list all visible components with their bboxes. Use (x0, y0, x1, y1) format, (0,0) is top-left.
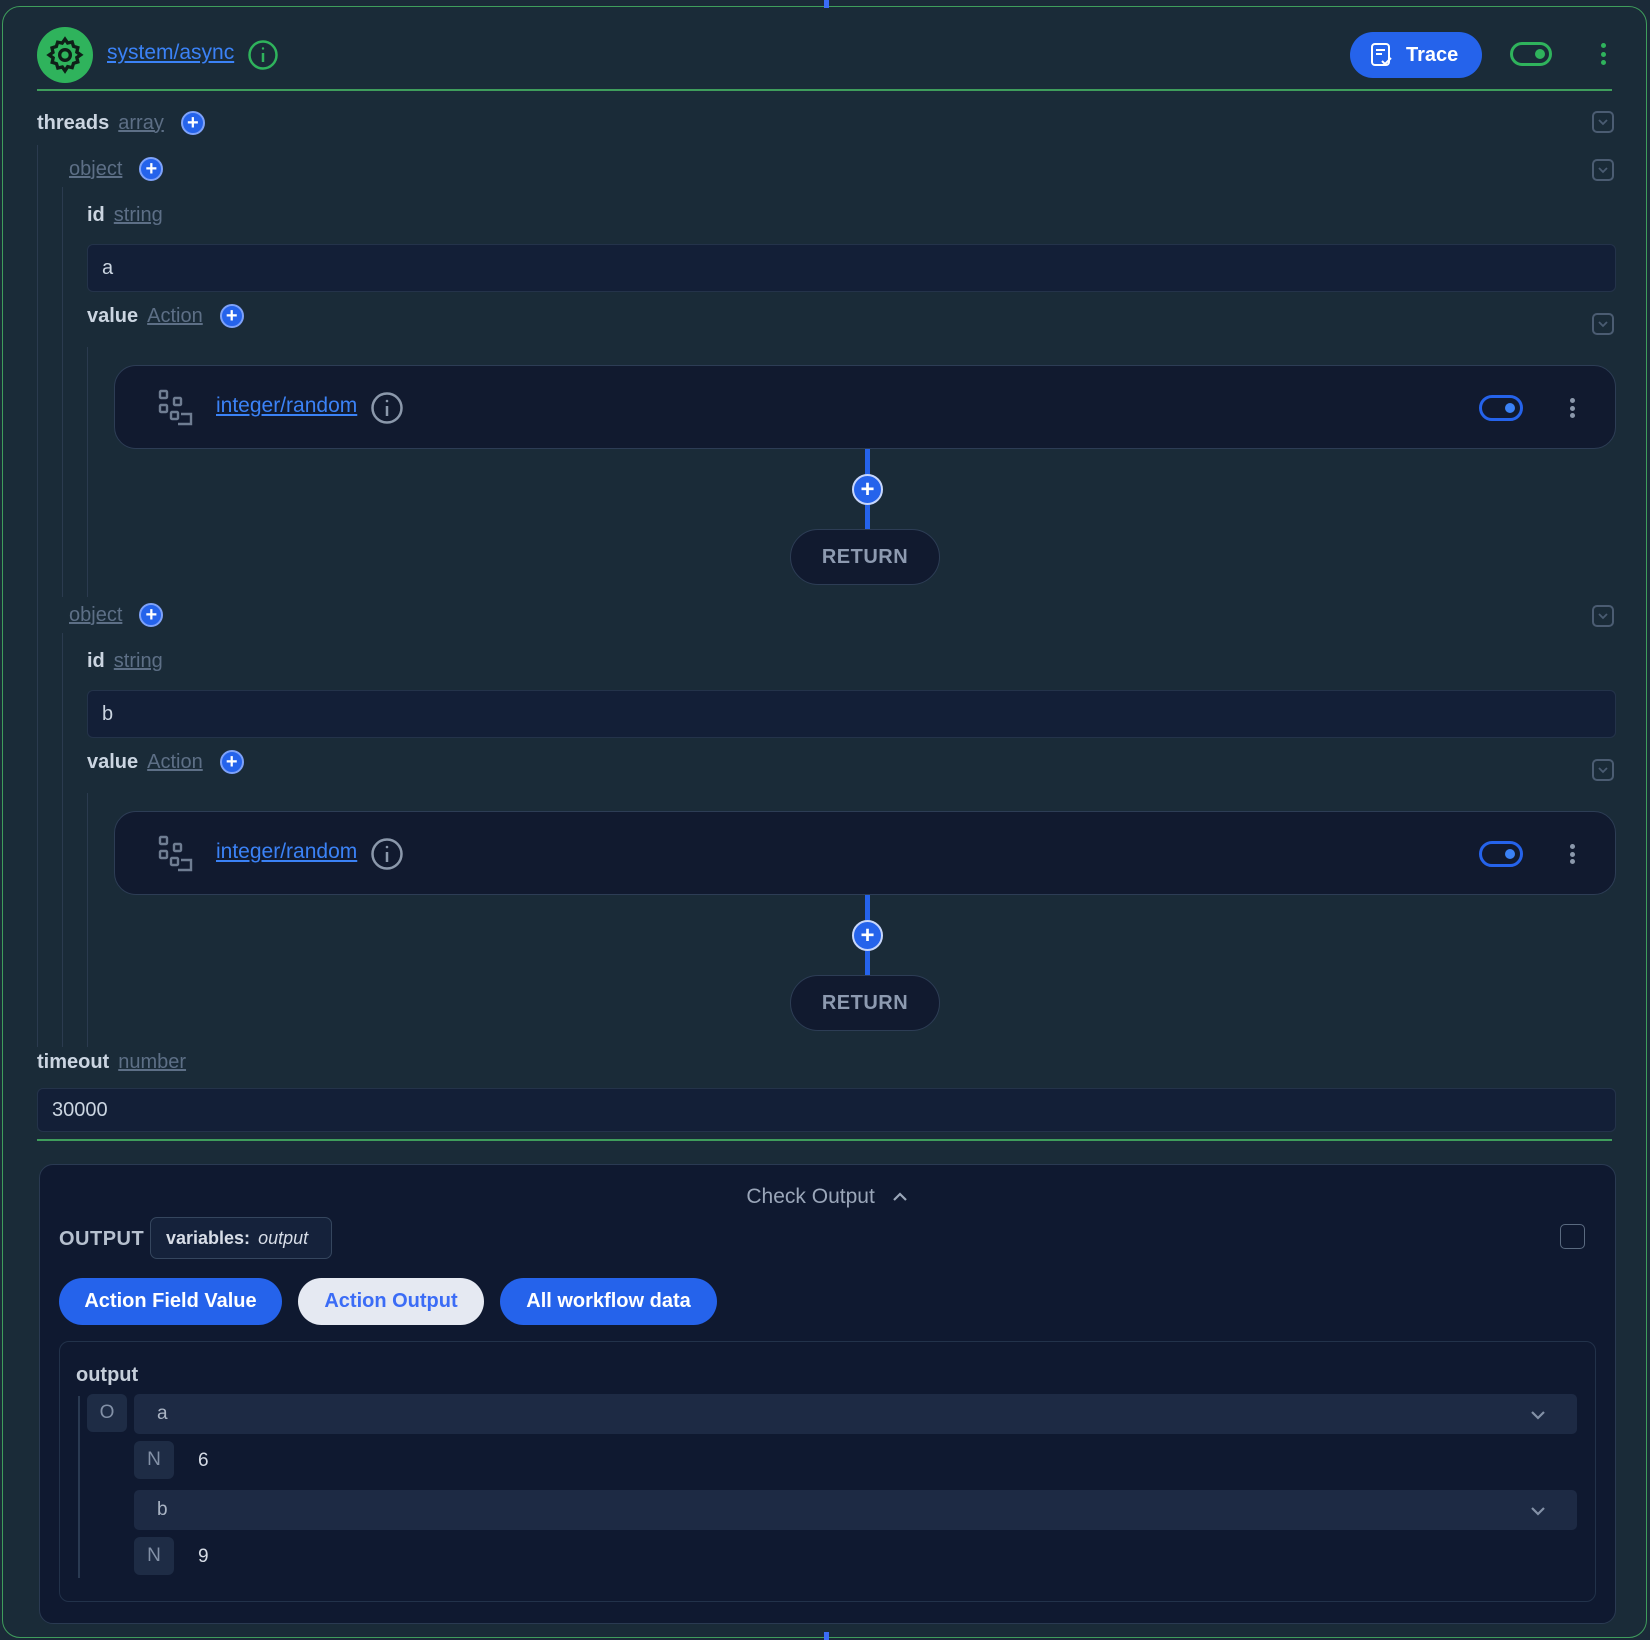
collapse-threads-icon[interactable] (1592, 111, 1614, 133)
thread-object-2-label: object + (69, 603, 164, 627)
tab-action-field-value[interactable]: Action Field Value (59, 1278, 282, 1325)
add-icon[interactable]: + (180, 111, 205, 135)
input-value: b (102, 702, 114, 725)
output-name: output (76, 1364, 139, 1386)
tree-guide (62, 187, 63, 597)
add-icon[interactable]: + (139, 157, 164, 181)
node-card: system/async Trace threads array + objec… (2, 6, 1647, 1638)
field-name: timeout (37, 1051, 110, 1073)
check-output-panel: Check Output OUTPUT variables: output Ac… (39, 1164, 1616, 1624)
id-field-label: id string (87, 650, 163, 673)
header-divider (37, 89, 1612, 91)
info-icon[interactable] (370, 391, 404, 425)
app-name-link[interactable]: system/async (107, 41, 234, 65)
add-icon[interactable]: + (139, 603, 164, 627)
id-field-label: id string (87, 204, 163, 227)
output-key-row-b[interactable]: b (134, 1490, 1577, 1530)
flow-step-icon (158, 835, 193, 872)
info-icon[interactable] (247, 39, 279, 71)
field-name: threads (37, 111, 110, 134)
timeout-input[interactable]: 30000 (37, 1088, 1616, 1132)
output-label: OUTPUT (59, 1228, 145, 1250)
field-name: value (87, 304, 139, 327)
action-enable-toggle[interactable] (1479, 395, 1523, 421)
output-value: 6 (198, 1450, 209, 1471)
check-output-title: Check Output (746, 1185, 875, 1208)
output-key: b (157, 1499, 168, 1520)
input-value: a (102, 256, 114, 279)
id-input[interactable]: a (87, 244, 1616, 292)
field-name: id (87, 650, 105, 672)
output-divider (37, 1139, 1612, 1141)
tab-action-output[interactable]: Action Output (298, 1278, 484, 1325)
field-type[interactable]: Action (147, 751, 203, 774)
field-type[interactable]: array (118, 112, 164, 135)
thread-object-1-label: object + (69, 157, 164, 181)
gear-icon (37, 27, 93, 83)
add-step-icon[interactable]: + (852, 920, 883, 951)
add-icon[interactable]: + (219, 304, 244, 328)
more-options-icon[interactable] (1600, 43, 1606, 65)
add-icon[interactable]: + (219, 750, 244, 774)
field-type[interactable]: string (114, 650, 163, 673)
return-node[interactable]: RETURN (790, 975, 940, 1031)
variables-value: output (258, 1227, 309, 1248)
flow-connector-top (824, 0, 829, 8)
field-type[interactable]: string (114, 204, 163, 227)
trace-label: Trace (1406, 43, 1459, 66)
tree-guide (87, 347, 88, 597)
output-key: a (157, 1403, 168, 1424)
check-output-toggle[interactable]: Check Output (40, 1185, 1615, 1209)
input-value: 30000 (52, 1098, 108, 1121)
number-type-badge: N (134, 1537, 174, 1575)
collapse-object-icon[interactable] (1592, 159, 1614, 181)
output-value: 9 (198, 1546, 209, 1567)
action-enable-toggle[interactable] (1479, 841, 1523, 867)
flow-connector-bottom (824, 1632, 829, 1640)
chevron-up-icon (892, 1192, 907, 1202)
collapse-value-icon[interactable] (1592, 759, 1614, 781)
collapse-object-icon[interactable] (1592, 605, 1614, 627)
more-options-icon[interactable] (1569, 844, 1575, 864)
info-icon[interactable] (370, 837, 404, 871)
collapse-value-icon[interactable] (1592, 313, 1614, 335)
node-header: system/async Trace (37, 25, 1612, 83)
timeout-field-label: timeout number (37, 1051, 186, 1074)
trace-icon (1371, 43, 1392, 66)
tree-guide (78, 1396, 80, 1578)
field-type[interactable]: object (69, 158, 122, 181)
enable-toggle[interactable] (1510, 42, 1552, 66)
number-type-badge: N (134, 1441, 174, 1479)
variables-chip[interactable]: variables: output (150, 1217, 332, 1259)
chevron-down-icon[interactable] (1529, 1502, 1547, 1520)
field-type[interactable]: object (69, 604, 122, 627)
trace-button[interactable]: Trace (1350, 32, 1482, 78)
field-name: id (87, 204, 105, 226)
threads-field-label: threads array + (37, 111, 205, 135)
action-name-link[interactable]: integer/random (216, 394, 357, 418)
value-field-label: value Action + (87, 304, 244, 328)
flow-step-icon (158, 389, 193, 426)
more-options-icon[interactable] (1569, 398, 1575, 418)
output-viewer: output O a N 6 b N 9 (59, 1341, 1596, 1602)
field-type[interactable]: Action (147, 305, 203, 328)
output-key-row-a[interactable]: a (134, 1394, 1577, 1434)
variables-key: variables: (166, 1227, 251, 1248)
value-field-label: value Action + (87, 750, 244, 774)
action-card[interactable]: integer/random (114, 811, 1616, 895)
action-card[interactable]: integer/random (114, 365, 1616, 449)
tree-guide (87, 793, 88, 1047)
output-checkbox[interactable] (1560, 1224, 1585, 1249)
id-input[interactable]: b (87, 690, 1616, 738)
chevron-down-icon[interactable] (1529, 1406, 1547, 1424)
tree-guide (62, 633, 63, 1047)
field-name: value (87, 750, 139, 773)
field-type[interactable]: number (118, 1051, 186, 1074)
tree-guide (37, 145, 38, 1047)
action-name-link[interactable]: integer/random (216, 840, 357, 864)
return-node[interactable]: RETURN (790, 529, 940, 585)
tab-all-workflow-data[interactable]: All workflow data (500, 1278, 717, 1325)
object-type-badge: O (87, 1394, 127, 1432)
add-step-icon[interactable]: + (852, 474, 883, 505)
